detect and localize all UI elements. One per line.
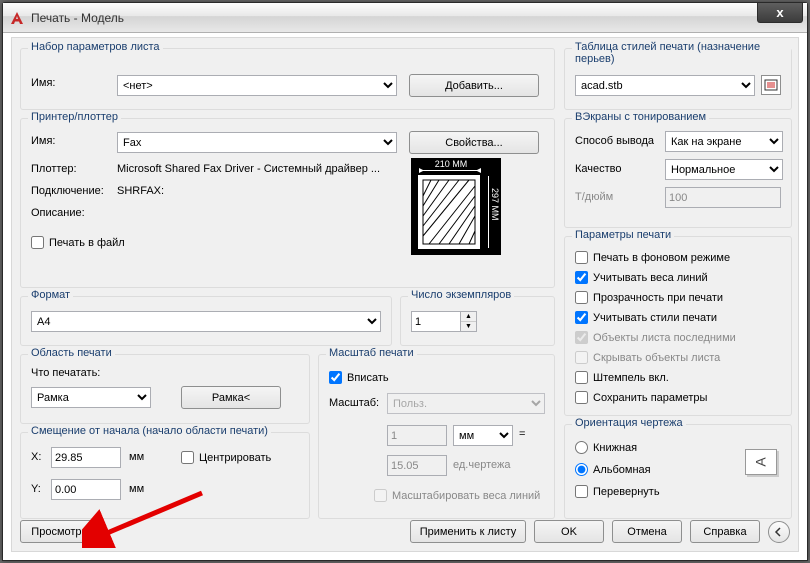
- x-label: X:: [31, 451, 41, 463]
- y-label: Y:: [31, 483, 41, 495]
- plot-style-edit-icon[interactable]: [761, 75, 781, 95]
- equals-sign: =: [519, 428, 525, 440]
- copies-legend: Число экземпляров: [408, 289, 514, 301]
- format-select[interactable]: A4: [31, 311, 381, 332]
- y-unit: мм: [129, 483, 144, 495]
- plot-style-select[interactable]: acad.stb: [575, 75, 755, 96]
- y-input[interactable]: [51, 479, 121, 500]
- printer-group: Принтер/плоттер Имя: 🖶 Fax Свойства... П…: [20, 118, 555, 288]
- titlebar: Печать - Модель x: [3, 3, 807, 33]
- printer-props-button[interactable]: Свойства...: [409, 131, 539, 154]
- preview-button[interactable]: Просмотр...: [20, 520, 102, 543]
- area-legend: Область печати: [28, 347, 115, 359]
- format-group: Формат A4: [20, 296, 392, 346]
- paper-last-checkbox: Объекты листа последними: [575, 329, 736, 346]
- quality-label: Качество: [575, 163, 622, 175]
- connection-label: Подключение:: [31, 185, 104, 197]
- plotter-label: Плоттер:: [31, 163, 77, 175]
- bg-checkbox[interactable]: Печать в фоновом режиме: [575, 249, 730, 266]
- scale-select: Польз.: [387, 393, 545, 414]
- scale-num-input: [387, 425, 447, 446]
- shaded-legend: ВЭкраны с тонированием: [572, 111, 709, 123]
- description-label: Описание:: [31, 207, 85, 219]
- quality-select[interactable]: Нормальное: [665, 159, 783, 180]
- scale-denom-input: [387, 455, 447, 476]
- scale-lw-checkbox: Масштабировать веса линий: [374, 487, 540, 504]
- printer-name-label: Имя:: [31, 135, 55, 147]
- plotter-value: Microsoft Shared Fax Driver - Системный …: [117, 163, 380, 175]
- options-legend: Параметры печати: [572, 229, 674, 241]
- cancel-button[interactable]: Отмена: [612, 520, 682, 543]
- upside-checkbox[interactable]: Перевернуть: [575, 483, 660, 500]
- denom-unit-label: ед.чертежа: [453, 459, 510, 471]
- dpi-input: [665, 187, 781, 208]
- orientation-group: Ориентация чертежа Книжная Альбомная Пер…: [564, 424, 792, 519]
- page-setup-group: Набор параметров листа Имя: <нет> Добави…: [20, 48, 555, 110]
- plot-area-group: Область печати Что печатать: Рамка Рамка…: [20, 354, 310, 424]
- hide-paper-checkbox: Скрывать объекты листа: [575, 349, 720, 366]
- chevron-left-icon: [774, 527, 784, 537]
- fit-checkbox[interactable]: Вписать: [329, 369, 389, 386]
- dpi-label: Т/дюйм: [575, 191, 613, 203]
- shaded-group: ВЭкраны с тонированием Способ вывода Как…: [564, 118, 792, 228]
- shade-mode-select[interactable]: Как на экране: [665, 131, 783, 152]
- plot-style-group: Таблица стилей печати (назначение перьев…: [564, 48, 792, 110]
- x-unit: мм: [129, 451, 144, 463]
- page-setup-name-label: Имя:: [31, 77, 55, 89]
- scale-unit-select[interactable]: мм: [453, 425, 513, 446]
- window-title: Печать - Модель: [31, 11, 124, 25]
- window-button[interactable]: Рамка<: [181, 386, 281, 409]
- copies-input[interactable]: [411, 311, 461, 332]
- page-setup-select[interactable]: <нет>: [117, 75, 397, 96]
- collapse-button[interactable]: [768, 521, 790, 543]
- copies-group: Число экземпляров ▲ ▼: [400, 296, 555, 346]
- scale-group: Масштаб печати Вписать Масштаб: Польз. м…: [318, 354, 555, 519]
- center-checkbox[interactable]: Центрировать: [181, 449, 271, 466]
- plot-style-legend: Таблица стилей печати (назначение перьев…: [572, 41, 791, 65]
- stamp-checkbox[interactable]: Штемпель вкл.: [575, 369, 669, 386]
- x-input[interactable]: [51, 447, 121, 468]
- copies-spinner[interactable]: ▲ ▼: [461, 311, 477, 332]
- weights-checkbox[interactable]: Учитывать веса линий: [575, 269, 708, 286]
- portrait-radio[interactable]: Книжная: [575, 439, 637, 456]
- printer-legend: Принтер/плоттер: [28, 111, 121, 123]
- trans-checkbox[interactable]: Прозрачность при печати: [575, 289, 723, 306]
- add-button[interactable]: Добавить...: [409, 74, 539, 97]
- plot-options-group: Параметры печати Печать в фоновом режиме…: [564, 236, 792, 416]
- offset-group: Смещение от начала (начало области печат…: [20, 432, 310, 519]
- orient-legend: Ориентация чертежа: [572, 417, 686, 429]
- shade-mode-label: Способ вывода: [575, 135, 654, 147]
- paper-preview: 210 MM 297 MM: [411, 158, 501, 255]
- landscape-radio[interactable]: Альбомная: [575, 461, 651, 478]
- area-select[interactable]: Рамка: [31, 387, 151, 408]
- close-button[interactable]: x: [757, 3, 803, 23]
- connection-value: SHRFAX:: [117, 185, 164, 197]
- apply-button[interactable]: Применить к листу: [410, 520, 526, 543]
- paper-icon: A: [745, 449, 777, 475]
- styles-checkbox[interactable]: Учитывать стили печати: [575, 309, 717, 326]
- autocad-icon: [9, 10, 25, 26]
- plot-to-file-checkbox[interactable]: Печать в файл: [31, 234, 125, 251]
- help-button[interactable]: Справка: [690, 520, 760, 543]
- page-setup-legend: Набор параметров листа: [28, 41, 163, 53]
- save-checkbox[interactable]: Сохранить параметры: [575, 389, 707, 406]
- format-legend: Формат: [28, 289, 73, 301]
- area-what-label: Что печатать:: [31, 367, 100, 379]
- ok-button[interactable]: OK: [534, 520, 604, 543]
- scale-label: Масштаб:: [329, 397, 379, 409]
- offset-legend: Смещение от начала (начало области печат…: [28, 425, 271, 437]
- scale-legend: Масштаб печати: [326, 347, 417, 359]
- printer-select[interactable]: 🖶 Fax: [117, 132, 397, 153]
